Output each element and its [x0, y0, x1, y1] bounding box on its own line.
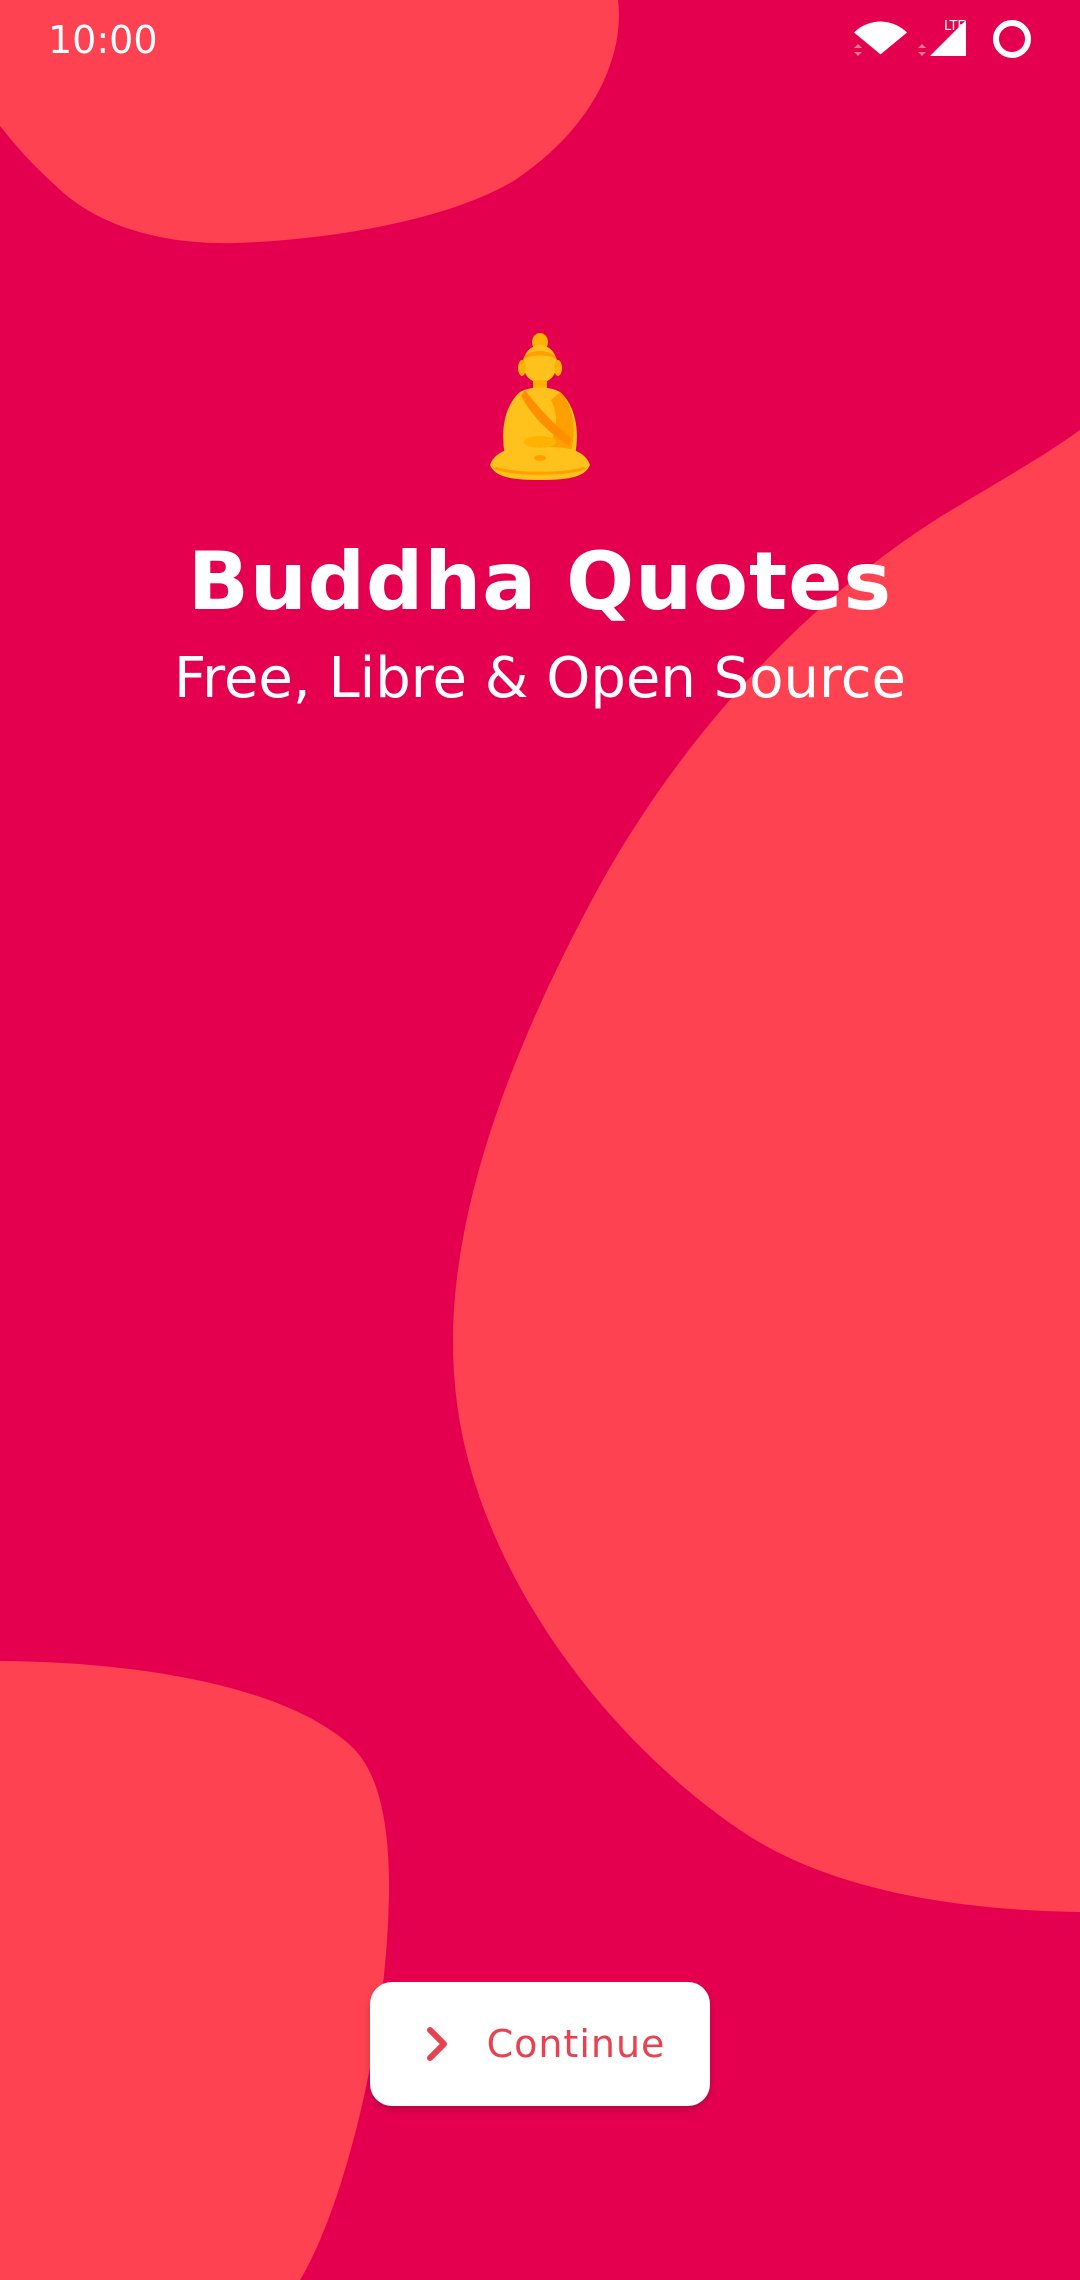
- app-subtitle: Free, Libre & Open Source: [174, 646, 906, 711]
- network-label: LTE: [944, 19, 966, 34]
- status-time: 10:00: [48, 18, 158, 62]
- chevron-right-icon: [415, 2022, 459, 2066]
- continue-button[interactable]: Continue: [370, 1982, 710, 2106]
- buddha-icon: [485, 330, 595, 480]
- battery-ring-icon: [993, 20, 1031, 58]
- continue-label: Continue: [486, 2022, 666, 2066]
- wifi-icon: [854, 21, 908, 56]
- welcome-screen: Buddha Quotes Free, Libre & Open Source …: [0, 0, 1080, 2280]
- cell-signal-icon: LTE: [918, 19, 966, 56]
- app-title: Buddha Quotes: [187, 535, 893, 628]
- status-bar: 10:00 LTE: [0, 0, 1080, 80]
- status-icons: LTE: [854, 16, 1034, 66]
